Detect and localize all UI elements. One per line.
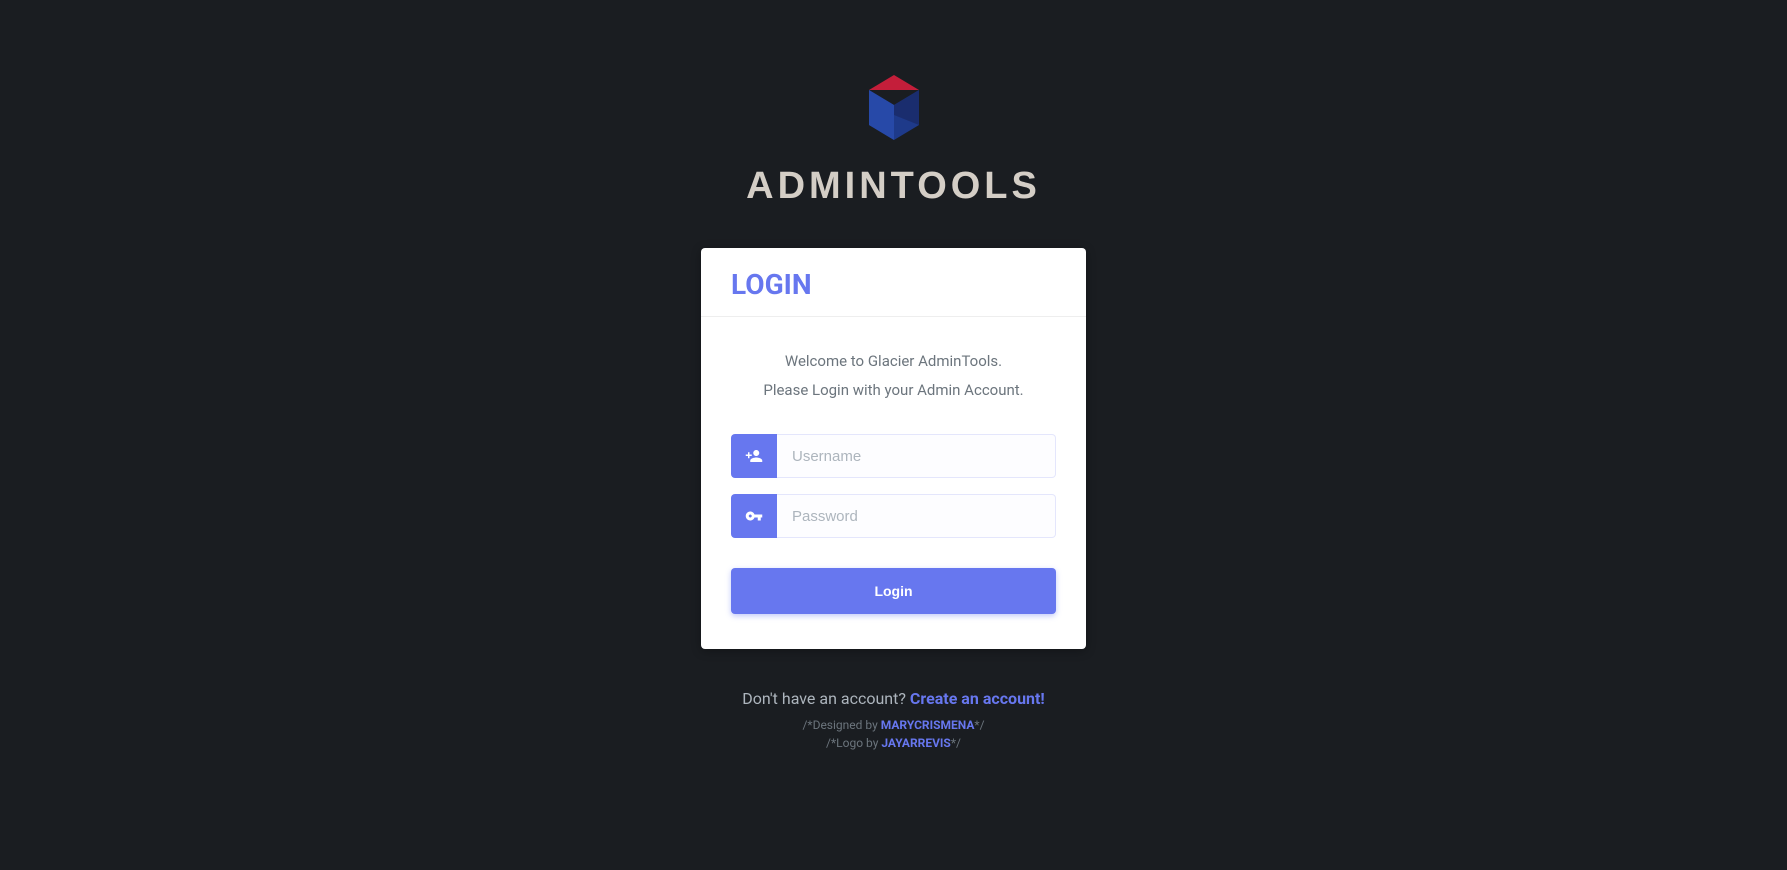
footer-section: Don't have an account? Create an account… xyxy=(742,689,1045,752)
password-input[interactable] xyxy=(777,494,1056,538)
login-title: LOGIN xyxy=(731,268,1056,301)
signup-text: Don't have an account? Create an account… xyxy=(742,689,1045,708)
signup-prompt: Don't have an account? xyxy=(742,689,910,708)
designed-by-credit: /*Designed by MARYCRISMENA*/ xyxy=(742,716,1045,734)
password-input-group xyxy=(731,494,1056,538)
card-header: LOGIN xyxy=(701,248,1086,317)
logo-designer-name: JAYARREVIS xyxy=(881,736,950,750)
logo-by-credit: /*Logo by JAYARREVIS*/ xyxy=(742,734,1045,752)
credits: /*Designed by MARYCRISMENA*/ /*Logo by J… xyxy=(742,716,1045,752)
user-icon xyxy=(731,434,777,478)
signup-link[interactable]: Create an account! xyxy=(910,689,1045,708)
username-input[interactable] xyxy=(777,434,1056,478)
app-title: ADMINTOOLS xyxy=(746,165,1041,208)
designer-name: MARYCRISMENA xyxy=(881,718,975,732)
welcome-line-2: Please Login with your Admin Account. xyxy=(731,376,1056,405)
username-input-group xyxy=(731,434,1056,478)
logo-container: ADMINTOOLS xyxy=(746,70,1041,208)
login-button[interactable]: Login xyxy=(731,568,1056,614)
login-card: LOGIN Welcome to Glacier AdminTools. Ple… xyxy=(701,248,1086,649)
app-logo-icon xyxy=(859,70,929,150)
card-body: Welcome to Glacier AdminTools. Please Lo… xyxy=(701,317,1086,649)
welcome-text: Welcome to Glacier AdminTools. Please Lo… xyxy=(731,347,1056,404)
welcome-line-1: Welcome to Glacier AdminTools. xyxy=(731,347,1056,376)
key-icon xyxy=(731,494,777,538)
